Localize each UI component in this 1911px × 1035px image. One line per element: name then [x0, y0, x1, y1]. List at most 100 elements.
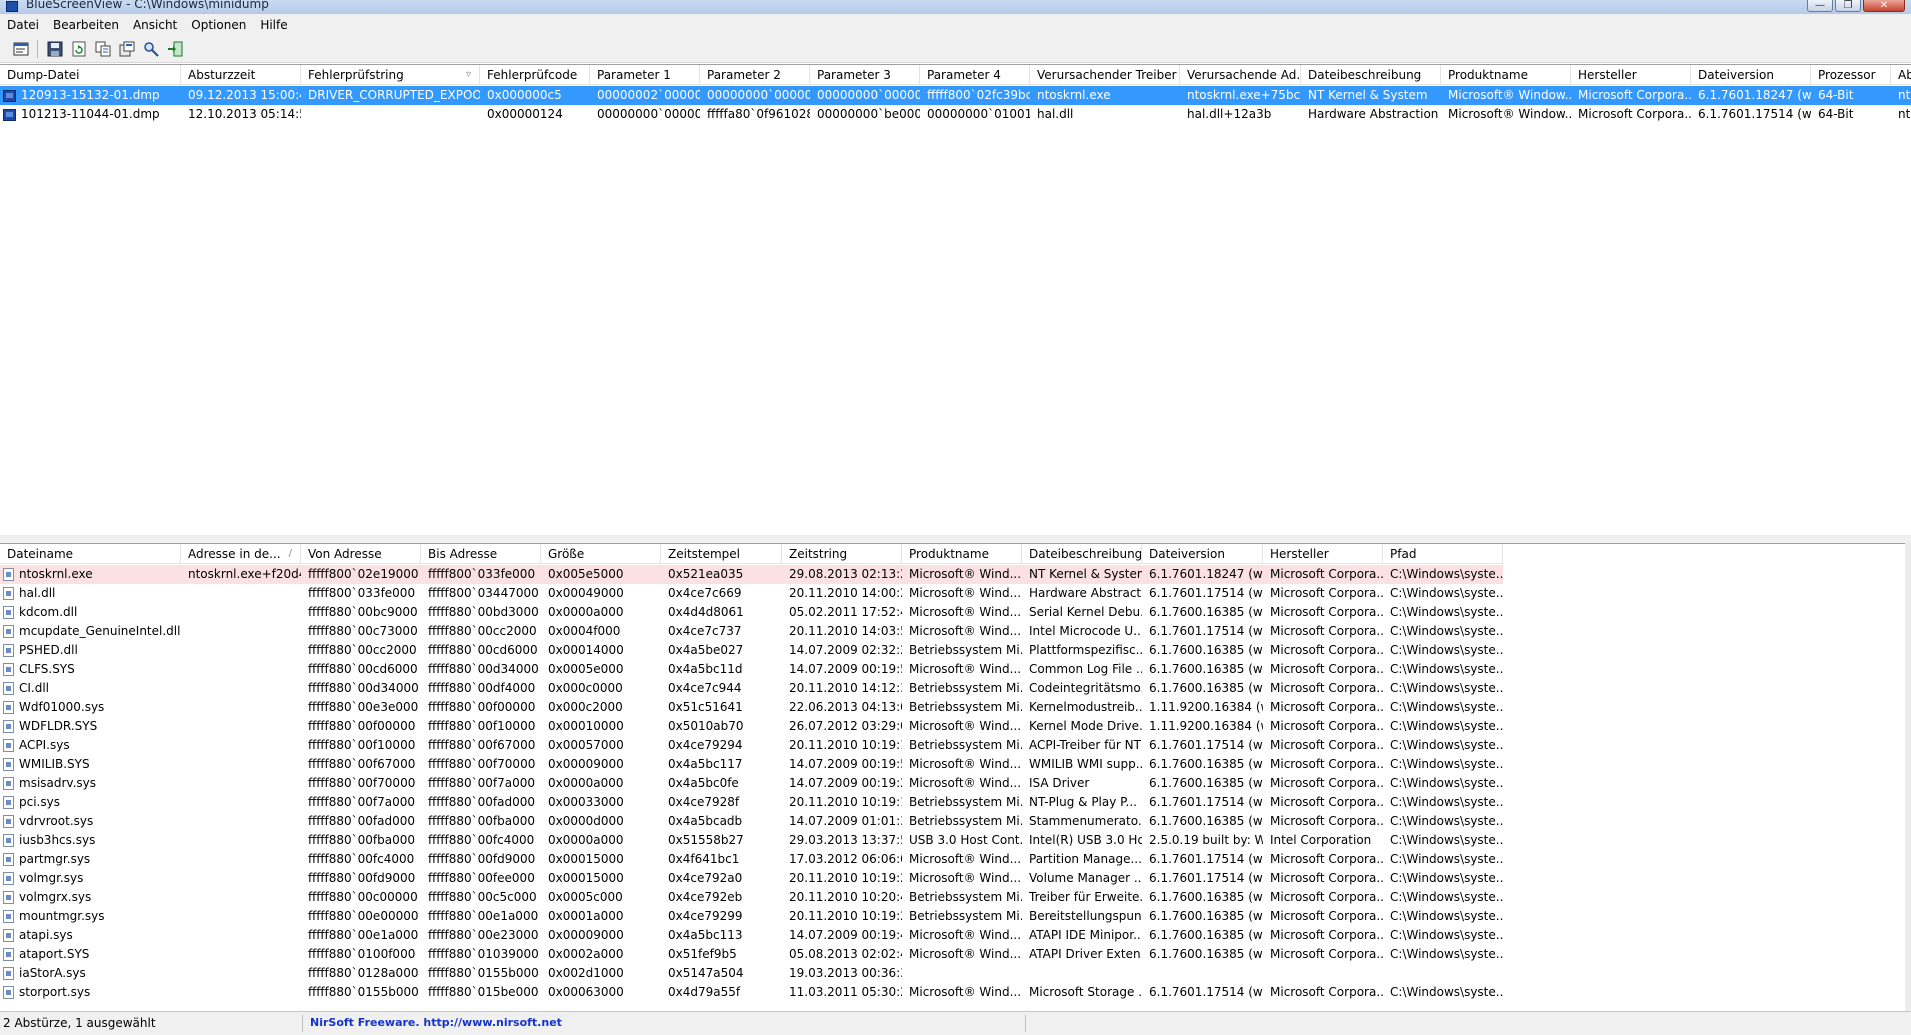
cell-bis-adresse: fffff880`01039000: [428, 947, 539, 961]
driver-row[interactable]: msisadrv.sys fffff880`00f70000 fffff880`00…: [0, 774, 1503, 793]
driver-row[interactable]: WMILIB.SYS fffff880`00f67000 fffff880`00f7…: [0, 755, 1503, 774]
cell-dateibeschreibung: Kernel Mode Drive...: [1029, 719, 1142, 733]
properties-button[interactable]: [10, 38, 31, 59]
cell-text: WDFLDR.SYS: [19, 719, 98, 733]
column-header-parameter-3[interactable]: Parameter 3: [810, 65, 920, 85]
column-header-dateiname[interactable]: Dateiname: [0, 544, 181, 564]
menu-bearbeiten[interactable]: Bearbeiten: [46, 18, 126, 32]
column-header-verursachende-ad[interactable]: Verursachende Ad...: [1180, 65, 1301, 85]
driver-row[interactable]: WDFLDR.SYS fffff880`00f00000 fffff880`00f1…: [0, 717, 1503, 736]
advanced-options-button[interactable]: [116, 38, 137, 59]
driver-row[interactable]: hal.dll fffff800`033fe000 fffff800`0344700…: [0, 584, 1503, 603]
nirsoft-link[interactable]: NirSoft Freeware. http://www.nirsoft.net: [310, 1016, 562, 1029]
menu-datei[interactable]: Datei: [0, 18, 46, 32]
column-header-fehlerprüfcode[interactable]: Fehlerprüfcode: [480, 65, 590, 85]
column-header-hersteller[interactable]: Hersteller: [1263, 544, 1383, 564]
column-header-dateiversion[interactable]: Dateiversion: [1691, 65, 1811, 85]
maximize-button[interactable]: ❐: [1835, 0, 1861, 12]
driver-file-icon: [3, 758, 14, 771]
cell-pfad: C:\Windows\syste...: [1390, 890, 1503, 904]
column-header-fehlerprüfstring[interactable]: Fehlerprüfstring ▿: [301, 65, 480, 85]
driver-row[interactable]: iaStorA.sys fffff880`0128a000 fffff880`015…: [0, 964, 1503, 983]
driver-row[interactable]: CI.dll fffff880`00d34000 fffff880`00df4000…: [0, 679, 1503, 698]
column-header-bis-adresse[interactable]: Bis Adresse: [421, 544, 541, 564]
cell-bis-adresse: fffff880`00e1a000: [428, 909, 539, 923]
driver-row[interactable]: volmgr.sys fffff880`00fd9000 fffff880`00fe…: [0, 869, 1503, 888]
cell-adresse-in-de: [181, 641, 301, 660]
pane-splitter[interactable]: [0, 535, 1911, 543]
driver-row[interactable]: storport.sys fffff880`0155b000 fffff880`01…: [0, 983, 1503, 1002]
column-header-von-adresse[interactable]: Von Adresse: [301, 544, 421, 564]
cell-dateiname: CLFS.SYS: [0, 660, 181, 679]
column-header-dateibeschreibung[interactable]: Dateibeschreibung: [1022, 544, 1142, 564]
copy-button[interactable]: [92, 38, 113, 59]
driver-row[interactable]: iusb3hcs.sys fffff880`00fba000 fffff880`00…: [0, 831, 1503, 850]
menu-hilfe[interactable]: Hilfe: [253, 18, 294, 32]
cell-von-adresse: fffff880`0155b000: [308, 985, 419, 999]
cell-von-adresse: fffff880`00d34000: [308, 681, 419, 695]
cell-pfad: C:\Windows\syste...: [1390, 757, 1503, 771]
save-button[interactable]: [44, 38, 65, 59]
cell-bis-adresse: fffff880`00f10000: [428, 719, 536, 733]
driver-row[interactable]: ACPI.sys fffff880`00f10000 fffff880`00f670…: [0, 736, 1503, 755]
driver-row[interactable]: mountmgr.sys fffff880`00e00000 fffff880`00…: [0, 907, 1503, 926]
driver-row[interactable]: ntoskrnl.exe ntoskrnl.exe+f20d4 fffff800`0…: [0, 565, 1503, 584]
column-header-parameter-2[interactable]: Parameter 2: [700, 65, 810, 85]
exit-button[interactable]: [164, 38, 185, 59]
menu-optionen[interactable]: Optionen: [184, 18, 253, 32]
driver-row[interactable]: volmgrx.sys fffff880`00c00000 fffff880`00c…: [0, 888, 1503, 907]
refresh-button[interactable]: [68, 38, 89, 59]
driver-row[interactable]: kdcom.dll fffff880`00bc9000 fffff880`00bd3…: [0, 603, 1503, 622]
column-header-dateiversion[interactable]: Dateiversion: [1142, 544, 1263, 564]
cell-parameter-4: fffff800`02fc39bc: [927, 88, 1030, 102]
column-header-zeitstempel[interactable]: Zeitstempel: [661, 544, 782, 564]
column-header-parameter-1[interactable]: Parameter 1: [590, 65, 700, 85]
cell-produktname: Microsoft® Wind...: [909, 947, 1022, 961]
column-header-produktname[interactable]: Produktname: [1441, 65, 1571, 85]
driver-row[interactable]: atapi.sys fffff880`00e1a000 fffff880`00e23…: [0, 926, 1503, 945]
cell-größe: 0x00057000: [548, 738, 624, 752]
driver-row[interactable]: ataport.SYS fffff880`0100f000 fffff880`010…: [0, 945, 1503, 964]
column-header-zeitstring[interactable]: Zeitstring: [782, 544, 902, 564]
driver-row[interactable]: pci.sys fffff880`00f7a000 fffff880`00fad00…: [0, 793, 1503, 812]
cell-hersteller: Microsoft Corpora...: [1270, 890, 1383, 904]
cell-produktname: Betriebssystem Mi...: [909, 909, 1022, 923]
column-header-hersteller[interactable]: Hersteller: [1571, 65, 1691, 85]
cell-hersteller: Microsoft Corpora...: [1270, 681, 1383, 695]
minimize-button[interactable]: —: [1807, 0, 1833, 12]
column-header-pfad[interactable]: Pfad: [1383, 544, 1503, 564]
dump-row[interactable]: 120913-15132-01.dmp 09.12.2013 15:00:44 DR…: [0, 86, 1911, 105]
dump-row[interactable]: 101213-11044-01.dmp 12.10.2013 05:14:54 0x…: [0, 105, 1911, 124]
column-header-dateibeschreibung[interactable]: Dateibeschreibung: [1301, 65, 1441, 85]
cell-dateiversion: 6.1.7601.17514 (wi...: [1149, 586, 1263, 600]
column-header-adresse-in-de[interactable]: Adresse in de... /: [181, 544, 301, 564]
column-header-produktname[interactable]: Produktname: [902, 544, 1022, 564]
column-header-absturzzeit[interactable]: Absturzzeit: [181, 65, 301, 85]
cell-hersteller: Microsoft Corpora...: [1270, 947, 1383, 961]
driver-row[interactable]: partmgr.sys fffff880`00fc4000 fffff880`00f…: [0, 850, 1503, 869]
driver-row[interactable]: vdrvroot.sys fffff880`00fad000 fffff880`00…: [0, 812, 1503, 831]
driver-row[interactable]: Wdf01000.sys fffff880`00e3e000 fffff880`00…: [0, 698, 1503, 717]
driver-row[interactable]: mcupdate_GenuineIntel.dll fffff880`00c730…: [0, 622, 1503, 641]
cell-dateibeschreibung: ATAPI Driver Exten...: [1029, 947, 1142, 961]
column-header-prozessor[interactable]: Prozessor: [1811, 65, 1891, 85]
vertical-scrollbar[interactable]: [1905, 543, 1911, 1011]
cell-parameter-1: 00000002`000000...: [597, 88, 700, 102]
column-header-größe[interactable]: Größe: [541, 544, 661, 564]
column-header-parameter-4[interactable]: Parameter 4: [920, 65, 1030, 85]
cell-produktname: Microsoft® Wind...: [909, 757, 1022, 771]
driver-row[interactable]: CLFS.SYS fffff880`00cd6000 fffff880`00d340…: [0, 660, 1503, 679]
driver-row[interactable]: PSHED.dll fffff880`00cc2000 fffff880`00cd6…: [0, 641, 1503, 660]
cell-produktname: Microsoft® Wind...: [909, 776, 1022, 790]
column-header-ab[interactable]: Ab: [1891, 65, 1911, 85]
menu-ansicht[interactable]: Ansicht: [126, 18, 184, 32]
column-header-dump-datei[interactable]: Dump-Datei: [0, 65, 181, 85]
cell-von-adresse: fffff880`00fba000: [308, 833, 416, 847]
cell-fehlerprüfcode: 0x00000124: [487, 107, 563, 121]
close-button[interactable]: ✕: [1863, 0, 1905, 12]
cell-zeitstempel: 0x4ce7c944: [668, 681, 742, 695]
cell-zeitstring: 14.07.2009 02:32:23: [789, 643, 902, 657]
column-header-verursachender-treiber[interactable]: Verursachender Treiber: [1030, 65, 1180, 85]
cell-pfad: C:\Windows\syste...: [1390, 719, 1503, 733]
find-button[interactable]: [140, 38, 161, 59]
